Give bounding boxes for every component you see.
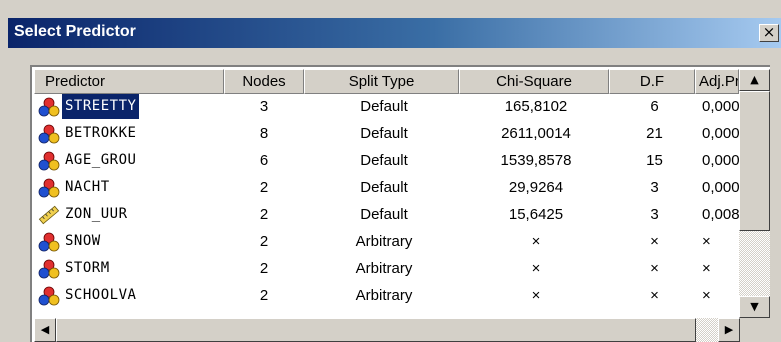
split-type-cell: Default	[360, 206, 408, 223]
chi-square-cell: ×	[531, 287, 541, 304]
split-type-cell: Arbitrary	[355, 233, 413, 250]
scroll-down-button[interactable]: ▼	[739, 296, 770, 318]
chi-square-cell: 2611,0014	[501, 125, 571, 142]
predictor-cell[interactable]: SCHOOLVA	[36, 283, 176, 308]
column-header-predictor[interactable]: Predictor	[34, 69, 224, 94]
split-type-cell: Default	[360, 152, 408, 169]
chi-square-cell: 15,6425	[508, 206, 564, 223]
chi-square-cell: 1539,8578	[500, 152, 572, 169]
predictor-name: ZON_UUR	[65, 206, 128, 222]
nodes-cell: 8	[259, 125, 269, 142]
table-row[interactable]: SNOW 2 Arbitrary × × ×	[34, 229, 739, 254]
predictor-cell[interactable]: BETROKKE	[36, 121, 176, 146]
df-cell: 3	[650, 206, 659, 223]
predictor-name: AGE_GROU	[65, 152, 137, 168]
predictor-cell[interactable]: ZON_UUR	[36, 202, 176, 227]
chi-square-cell: 165,8102	[504, 98, 568, 115]
table-row[interactable]: SCHOOLVA 2 Arbitrary × × ×	[34, 283, 739, 308]
split-type-cell: Default	[360, 125, 408, 142]
column-header-df[interactable]: D.F	[609, 69, 695, 94]
nodes-cell: 2	[259, 179, 269, 196]
split-type-cell: Arbitrary	[355, 287, 413, 304]
chi-square-cell: ×	[531, 260, 541, 277]
df-cell: 21	[646, 125, 663, 142]
column-header-chi-square[interactable]: Chi-Square	[459, 69, 609, 94]
nodes-cell: 3	[259, 98, 269, 115]
scroll-left-button[interactable]: ◀	[34, 318, 56, 342]
nominal-icon	[38, 286, 60, 306]
df-cell: ×	[650, 287, 659, 304]
title-bar[interactable]: Select Predictor ×	[8, 18, 781, 48]
df-cell: 15	[646, 152, 663, 169]
predictor-name: SNOW	[65, 233, 101, 249]
select-predictor-dialog: Select Predictor × Predictor Nodes Split…	[0, 0, 781, 342]
nominal-icon	[38, 259, 60, 279]
table-row[interactable]: AGE_GROU 6 Default 1539,8578 15 0,0000	[34, 148, 745, 173]
column-header-adj-prob[interactable]: Adj.Prob	[695, 69, 739, 94]
chi-square-cell: 29,9264	[508, 179, 564, 196]
nodes-cell: 2	[259, 287, 269, 304]
predictor-name: NACHT	[65, 179, 110, 195]
horizontal-scrollbar[interactable]: ◀ ▶	[34, 318, 770, 342]
split-type-cell: Default	[360, 179, 408, 196]
predictor-name: SCHOOLVA	[65, 287, 137, 303]
table-row[interactable]: BETROKKE 8 Default 2611,0014 21 0,0000	[34, 121, 745, 146]
nodes-cell: 2	[259, 233, 269, 250]
predictor-cell[interactable]: NACHT	[36, 175, 176, 200]
nominal-icon	[38, 97, 60, 117]
predictor-name: STORM	[65, 260, 110, 276]
table-row[interactable]: NACHT 2 Default 29,9264 3 0,0000	[34, 175, 745, 200]
df-cell: 6	[650, 98, 659, 115]
nodes-cell: 6	[259, 152, 269, 169]
nominal-icon	[38, 124, 60, 144]
predictor-name: BETROKKE	[65, 125, 137, 141]
dialog-title: Select Predictor	[14, 23, 136, 40]
nominal-icon	[38, 151, 60, 171]
df-cell: 3	[650, 179, 659, 196]
horizontal-scroll-thumb[interactable]	[56, 318, 696, 342]
table-row[interactable]: ZON_UUR 2 Default 15,6425 3 0,0081	[34, 202, 745, 227]
nodes-cell: 2	[259, 206, 269, 223]
predictor-cell[interactable]: AGE_GROU	[36, 148, 176, 173]
scroll-right-button[interactable]: ▶	[718, 318, 740, 342]
predictor-cell[interactable]: SNOW	[36, 229, 176, 254]
nominal-icon	[38, 232, 60, 252]
predictor-cell[interactable]: STORM	[36, 256, 176, 281]
scroll-up-button[interactable]: ▲	[739, 69, 770, 91]
predictor-cell[interactable]: STREETTY	[36, 94, 176, 119]
close-button[interactable]: ×	[759, 24, 779, 42]
split-type-cell: Default	[360, 98, 408, 115]
table-row[interactable]: STREETTY 3 Default 165,8102 6 0,0000	[34, 94, 745, 119]
df-cell: ×	[650, 233, 659, 250]
vertical-scrollbar[interactable]: ▲ ▼	[739, 69, 770, 318]
scroll-track[interactable]	[739, 231, 770, 296]
column-header-split-type[interactable]: Split Type	[304, 69, 459, 94]
table-row[interactable]: STORM 2 Arbitrary × × ×	[34, 256, 739, 281]
predictor-list: Predictor Nodes Split Type Chi-Square D.…	[30, 65, 770, 342]
df-cell: ×	[650, 260, 659, 277]
chi-square-cell: ×	[531, 233, 541, 250]
nominal-icon	[38, 178, 60, 198]
predictor-name: STREETTY	[60, 94, 141, 119]
column-header-nodes[interactable]: Nodes	[224, 69, 304, 94]
nodes-cell: 2	[259, 260, 269, 277]
scroll-thumb[interactable]	[739, 91, 770, 231]
scale-ruler-icon	[38, 205, 60, 225]
split-type-cell: Arbitrary	[355, 260, 413, 277]
